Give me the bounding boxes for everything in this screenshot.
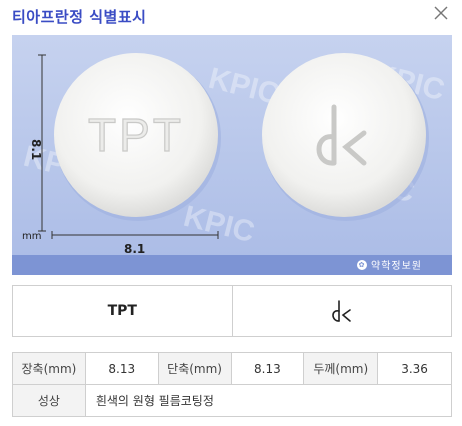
short-axis-label: 단축(mm) bbox=[157, 352, 232, 385]
imprint-back bbox=[231, 286, 452, 336]
dimension-vertical-value: 8.1 bbox=[29, 139, 43, 160]
long-axis-label: 장축(mm) bbox=[12, 352, 86, 385]
front-imprint: TPT bbox=[88, 109, 184, 161]
brand-logo-icon: ✿ bbox=[357, 259, 367, 270]
pill-front: TPT bbox=[54, 53, 221, 221]
spec-table: 장축(mm) 8.13 단축(mm) 8.13 두께(mm) 3.36 성상 흰… bbox=[12, 352, 453, 417]
short-axis-value: 8.13 bbox=[230, 352, 305, 385]
thickness-label: 두께(mm) bbox=[303, 352, 379, 385]
dimension-horizontal-value: 8.1 bbox=[124, 242, 145, 256]
imprint-table: TPT bbox=[12, 285, 452, 337]
thickness-value: 3.36 bbox=[377, 352, 452, 385]
dimension-unit: mm bbox=[22, 231, 41, 242]
window-title: 티아프란정 식별표시 bbox=[12, 8, 147, 26]
brand-label: ✿ 약학정보원 bbox=[357, 259, 422, 272]
svg-text:KPIC: KPIC bbox=[180, 200, 258, 249]
long-axis-value: 8.13 bbox=[84, 352, 159, 385]
close-icon[interactable] bbox=[432, 4, 450, 22]
appearance-label: 성상 bbox=[12, 384, 86, 417]
imprint-back-symbol-icon bbox=[331, 300, 351, 322]
pill-photo: KPIC KPIC KPIC KPIC KPIC TPT bbox=[12, 35, 452, 275]
imprint-front: TPT bbox=[107, 303, 137, 319]
appearance-value: 흰색의 원형 필름코팅정 bbox=[84, 384, 453, 417]
